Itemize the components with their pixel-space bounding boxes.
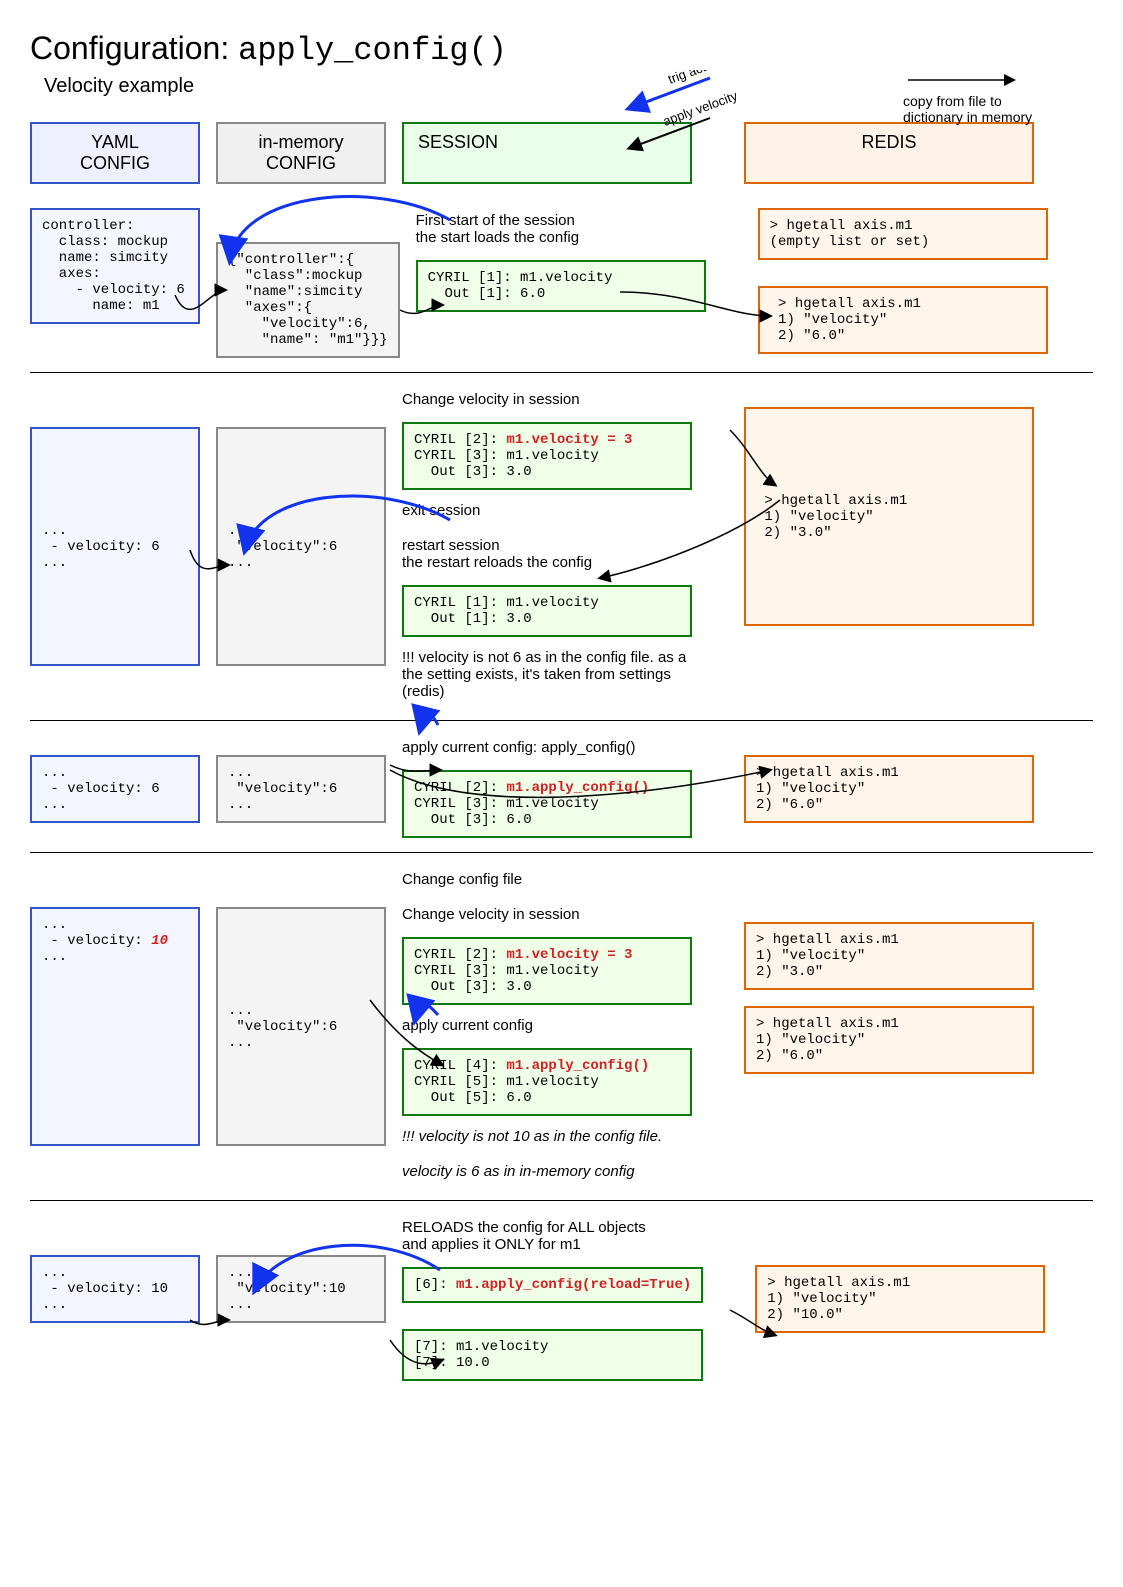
redis-box-2: > hgetall axis.m1 1) "velocity" 2) "3.0" xyxy=(744,407,1034,626)
session-box-3: CYRIL [2]: m1.apply_config() CYRIL [3]: … xyxy=(402,770,692,838)
section-first-start: controller: class: mockup name: simcity … xyxy=(30,194,1093,372)
yaml-box-1: controller: class: mockup name: simcity … xyxy=(30,208,200,324)
yaml-box-4: ... - velocity: 10 ... xyxy=(30,907,200,1146)
redis-box-4b: > hgetall axis.m1 1) "velocity" 2) "6.0" xyxy=(744,1006,1034,1074)
memory-box-3: ... "velocity":6 ... xyxy=(216,755,386,823)
memory-box-4: ... "velocity":6 ... xyxy=(216,907,386,1146)
session-box-2a: CYRIL [2]: m1.velocity = 3 CYRIL [3]: m1… xyxy=(402,422,692,490)
memory-box-2: ... "velocity":6 ... xyxy=(216,427,386,666)
note-apply: apply current config: apply_config() xyxy=(402,735,692,762)
memory-box-5: ... "velocity":10 ... xyxy=(216,1255,386,1323)
redis-box-1a: > hgetall axis.m1 (empty list or set) xyxy=(758,208,1048,260)
note-first-start: First start of the session the start loa… xyxy=(416,208,706,252)
session-box-5b: [7]: m1.velocity [7]: 10.0 xyxy=(402,1329,703,1381)
section-apply-config: ... - velocity: 6 ... ... "velocity":6 .… xyxy=(30,720,1093,852)
note-is6: velocity is 6 as in in-memory config xyxy=(402,1159,692,1186)
page-title: Configuration: apply_config() xyxy=(30,30,1093,69)
section-reload: ... - velocity: 10 ... ... "velocity":10… xyxy=(30,1200,1093,1395)
note-exit: exit session xyxy=(402,498,692,525)
yaml-box-2: ... - velocity: 6 ... xyxy=(30,427,200,666)
session-box-2b: CYRIL [1]: m1.velocity Out [1]: 3.0 xyxy=(402,585,692,637)
session-box-1: CYRIL [1]: m1.velocity Out [1]: 6.0 xyxy=(416,260,706,312)
yaml-box-3: ... - velocity: 6 ... xyxy=(30,755,200,823)
redis-box-5: > hgetall axis.m1 1) "velocity" 2) "10.0… xyxy=(755,1265,1045,1333)
session-box-4a: CYRIL [2]: m1.velocity = 3 CYRIL [3]: m1… xyxy=(402,937,692,1005)
section-change-file: ... - velocity: 10 ... ... "velocity":6 … xyxy=(30,852,1093,1200)
note-not10: !!! velocity is not 10 as in the config … xyxy=(402,1124,692,1151)
yaml-box-5: ... - velocity: 10 ... xyxy=(30,1255,200,1323)
note-chfile: Change config file xyxy=(402,867,692,894)
redis-box-3: > hgetall axis.m1 1) "velocity" 2) "6.0" xyxy=(744,755,1034,823)
note-restart: restart session the restart reloads the … xyxy=(402,533,692,577)
column-header-yaml: YAML CONFIG xyxy=(30,122,200,184)
redis-box-1b: > hgetall axis.m1 1) "velocity" 2) "6.0" xyxy=(758,286,1048,354)
note-reload: RELOADS the config for ALL objects and a… xyxy=(402,1215,703,1259)
session-box-5a: [6]: m1.apply_config(reload=True) xyxy=(402,1267,703,1303)
note-change-vel: Change velocity in session xyxy=(402,387,692,414)
legend-copy: copy from file to dictionary in memory xyxy=(903,70,1053,125)
section-change-velocity: ... - velocity: 6 ... ... "velocity":6 .… xyxy=(30,372,1093,720)
session-box-4b: CYRIL [4]: m1.apply_config() CYRIL [5]: … xyxy=(402,1048,692,1116)
redis-box-4a: > hgetall axis.m1 1) "velocity" 2) "3.0" xyxy=(744,922,1034,990)
note-applycur: apply current config xyxy=(402,1013,692,1040)
note-not6: !!! velocity is not 6 as in the config f… xyxy=(402,645,692,706)
legend-action-arrows: trig action apply velocity xyxy=(610,70,790,150)
memory-box-1: {"controller":{ "class":mockup "name":si… xyxy=(216,242,400,358)
note-chvel2: Change velocity in session xyxy=(402,902,692,929)
column-header-memory: in-memory CONFIG xyxy=(216,122,386,184)
